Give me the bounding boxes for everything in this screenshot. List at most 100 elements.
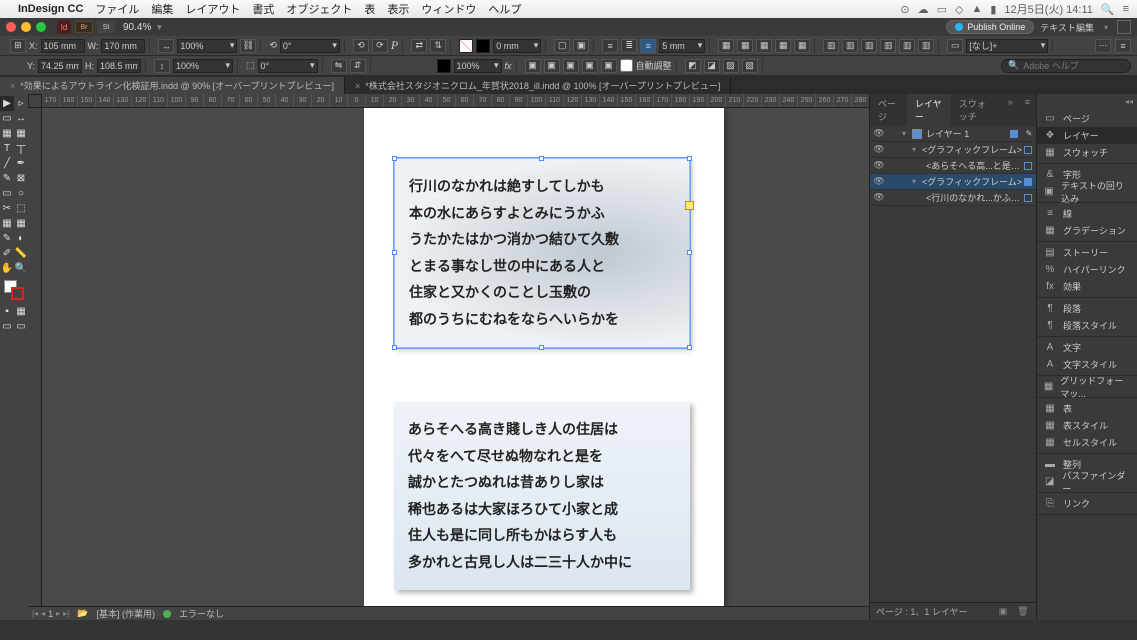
corner-1-icon[interactable]: ◩ <box>685 59 701 73</box>
selected-indicator[interactable] <box>1010 130 1018 138</box>
fit-4-icon[interactable]: ▣ <box>582 59 598 73</box>
dock-paragraph-styles[interactable]: ¶段落スタイル <box>1037 317 1137 334</box>
selected-indicator[interactable] <box>1024 146 1032 154</box>
content-placer-tool[interactable]: ▦ <box>14 126 28 141</box>
doc-tab-1[interactable]: ×*効果によるアウトライン化検証用.indd @ 90% [オーバープリントプレ… <box>0 77 345 94</box>
menu-layout[interactable]: レイアウト <box>185 1 240 17</box>
dist-4-icon[interactable]: ▥ <box>880 39 896 53</box>
link-scale-icon[interactable]: ⛓ <box>240 39 256 53</box>
rotate-ccw-icon[interactable]: ⟲ <box>353 39 369 53</box>
dock-effects[interactable]: fx効果 <box>1037 278 1137 295</box>
fill-swatch[interactable] <box>459 39 473 53</box>
publish-online-button[interactable]: Publish Online <box>946 20 1034 34</box>
page-nav[interactable]: |◂◂1▸▸| <box>32 609 69 619</box>
menu-table[interactable]: 表 <box>364 1 375 17</box>
rotate-cw-icon[interactable]: ⟳ <box>372 39 388 53</box>
hand-tool[interactable]: ✋ <box>0 261 14 276</box>
object-style-dd[interactable]: [なし]+▾ <box>966 39 1048 53</box>
fit-1-icon[interactable]: ▣ <box>525 59 541 73</box>
selected-indicator[interactable] <box>1024 162 1032 170</box>
display-icon[interactable]: ▭ <box>937 3 947 16</box>
new-layer-icon[interactable]: ▣ <box>996 606 1010 617</box>
dock-table[interactable]: ▦表 <box>1037 400 1137 417</box>
canvas[interactable]: 1701601501401301201101009080706050403020… <box>28 94 869 620</box>
paragraph-icon[interactable]: P <box>391 38 398 53</box>
view-mode-normal[interactable]: ▭ <box>0 319 14 334</box>
type-tool[interactable]: T <box>0 141 14 156</box>
flip-v2-icon[interactable]: ⇵ <box>350 59 366 73</box>
menu-view[interactable]: 表示 <box>387 1 409 17</box>
cloud-icon[interactable]: ☁ <box>918 3 929 16</box>
wrap-4-icon[interactable]: ▦ <box>775 39 791 53</box>
preflight-label[interactable]: エラーなし <box>179 607 224 620</box>
menu-type[interactable]: 書式 <box>252 1 274 17</box>
visibility-icon[interactable]: 👁 <box>870 160 888 171</box>
shear-field[interactable]: 0°▾ <box>258 59 318 73</box>
dock-character-styles[interactable]: A文字スタイル <box>1037 356 1137 373</box>
dock-hyperlink[interactable]: %ハイパーリンク <box>1037 261 1137 278</box>
dock-links[interactable]: ⎘リンク <box>1037 495 1137 512</box>
dock-swatches[interactable]: ▦スウォッチ <box>1037 144 1137 161</box>
wrap-1-icon[interactable]: ▦ <box>718 39 734 53</box>
pasteboard[interactable]: 行川のなかれは絶すしてしかも 本の水にあらすよとみにうかふ うたかたはかつ消かつ… <box>42 108 869 606</box>
fit-5-icon[interactable]: ▣ <box>601 59 617 73</box>
wifi-icon[interactable]: ⊙ <box>900 3 909 16</box>
eyedropper-tool[interactable]: ✐ <box>0 246 14 261</box>
resize-handle[interactable] <box>687 345 692 350</box>
zoom-tool[interactable]: 🔍 <box>14 261 28 276</box>
menu-icon[interactable]: ≡ <box>1123 3 1129 15</box>
menu-object[interactable]: オブジェクト <box>286 1 352 17</box>
delete-layer-icon[interactable]: 🗑 <box>1016 606 1030 617</box>
corner-3-icon[interactable]: ▨ <box>723 59 739 73</box>
align-center-icon[interactable]: ≣ <box>621 39 637 53</box>
selection-tool[interactable]: ▶ <box>0 96 14 111</box>
fx-swatch[interactable] <box>437 59 451 73</box>
close-window[interactable] <box>6 22 16 32</box>
collapse-icon[interactable]: » <box>1002 94 1019 126</box>
dock-gradient[interactable]: ▦グラデーション <box>1037 222 1137 239</box>
flip-v-icon[interactable]: ⇅ <box>430 39 446 53</box>
fit-3-icon[interactable]: ▣ <box>563 59 579 73</box>
flip-h2-icon[interactable]: ⇋ <box>331 59 347 73</box>
target-layer-icon[interactable]: ✎ <box>1022 129 1036 138</box>
selected-indicator[interactable] <box>1024 178 1032 186</box>
h-field[interactable] <box>97 59 141 73</box>
text-frame-1[interactable]: 行川のなかれは絶すしてしかも 本の水にあらすよとみにうかふ うたかたはかつ消かつ… <box>394 158 690 348</box>
arrange-icon[interactable] <box>1117 20 1131 34</box>
gradient-feather-tool[interactable]: ▦ <box>14 216 28 231</box>
reference-point[interactable]: ⊞ <box>10 39 26 53</box>
w-field[interactable] <box>101 39 145 53</box>
type-vertical-tool[interactable]: 丅 <box>14 141 28 156</box>
fit-2-icon[interactable]: ▣ <box>544 59 560 73</box>
ruler-origin[interactable] <box>28 94 42 108</box>
zoom-level[interactable]: 90.4% <box>123 22 151 33</box>
close-tab-icon[interactable]: × <box>355 81 360 91</box>
page[interactable]: 行川のなかれは絶すしてしかも 本の水にあらすよとみにうかふ うたかたはかつ消かつ… <box>364 108 724 606</box>
dock-pages[interactable]: ▭ページ <box>1037 110 1137 127</box>
resize-handle[interactable] <box>539 156 544 161</box>
dock-toggle-icon[interactable]: ◂◂ <box>1037 94 1137 108</box>
free-transform-tool[interactable]: ⬚ <box>14 201 28 216</box>
content-collector-tool[interactable]: ▦ <box>0 126 14 141</box>
align-right-icon[interactable]: ≡ <box>640 39 656 53</box>
apply-gradient[interactable]: ▦ <box>14 304 28 319</box>
stock-button[interactable]: St <box>97 21 115 33</box>
visibility-icon[interactable]: 👁 <box>870 176 888 187</box>
layer-item-row[interactable]: 👁▾<グラフィックフレーム> <box>870 174 1036 190</box>
auto-fit-checkbox[interactable]: 自動調整 <box>620 59 672 72</box>
resize-handle[interactable] <box>687 156 692 161</box>
menu-help[interactable]: ヘルプ <box>488 1 521 17</box>
align-left-icon[interactable]: ≡ <box>602 39 618 53</box>
page-tool[interactable]: ▭ <box>0 111 14 126</box>
dock-stroke[interactable]: ≡線 <box>1037 205 1137 222</box>
resize-handle[interactable] <box>392 345 397 350</box>
rectangle-tool[interactable]: ▭ <box>0 186 14 201</box>
page-number[interactable]: 1 <box>48 609 53 619</box>
flip-h-icon[interactable]: ⇄ <box>411 39 427 53</box>
resize-handle[interactable] <box>392 156 397 161</box>
gap-field[interactable]: 5 mm▾ <box>659 39 705 53</box>
spotlight-icon[interactable]: 🔍 <box>1101 3 1115 16</box>
clock[interactable]: 12月5日(火) 14:11 <box>1004 1 1092 17</box>
dock-table-styles[interactable]: ▦表スタイル <box>1037 417 1137 434</box>
wrap-2-icon[interactable]: ▦ <box>737 39 753 53</box>
